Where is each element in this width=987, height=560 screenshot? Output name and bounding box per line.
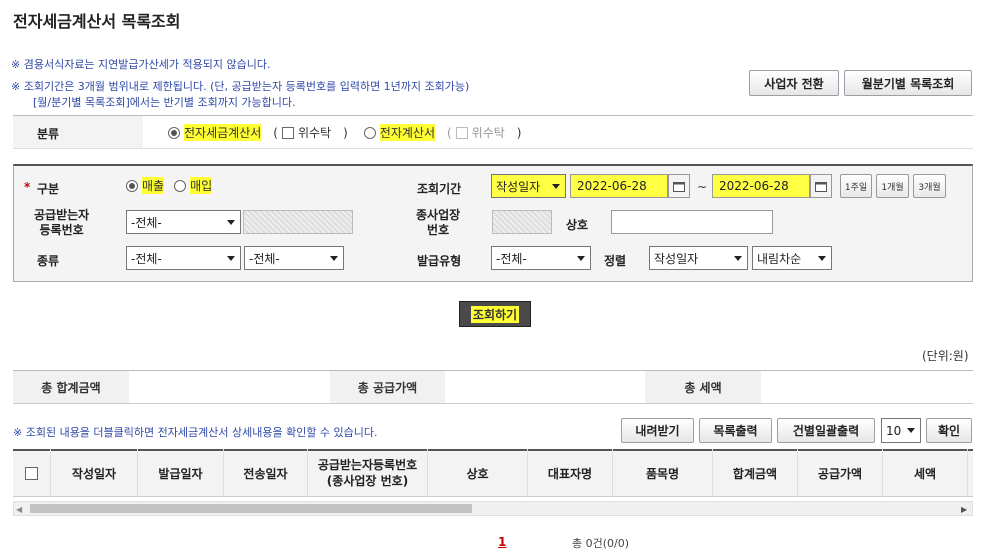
category-tax-trust-label: 위수탁 xyxy=(297,126,332,140)
page-size-select[interactable]: 10 xyxy=(881,418,921,443)
quick-3month-button[interactable]: 3개월 xyxy=(913,174,946,198)
branch-label-line2: 번호 xyxy=(427,223,450,237)
total-tax-label: 총 세액 xyxy=(645,371,761,403)
date-to-input[interactable]: 2022-06-28 xyxy=(712,174,810,198)
category-label-cell xyxy=(13,116,143,148)
col-supply: 공급가액 xyxy=(798,449,883,497)
category-paren-open-2: ( xyxy=(446,125,452,140)
period-type-select[interactable]: 작성일자 xyxy=(491,174,566,198)
total-sum-label: 총 합계금액 xyxy=(13,371,129,403)
category-paren-close: ) xyxy=(343,125,348,140)
select-all-cell xyxy=(13,449,51,497)
buyer-reg-select-value: -전체- xyxy=(131,215,162,230)
issue-type-select[interactable]: -전체- xyxy=(491,246,591,270)
kind-label: 종류 xyxy=(37,254,60,268)
page-title: 전자세금계산서 목록조회 xyxy=(13,12,181,31)
category-invoice-trust-label: 위수탁 xyxy=(471,126,505,140)
col-write-date: 작성일자 xyxy=(51,449,138,497)
order-select[interactable]: 내림차순 xyxy=(752,246,832,270)
col-tax: 세액 xyxy=(883,449,968,497)
total-supply-label: 총 공급가액 xyxy=(330,371,445,403)
col-total: 합계금액 xyxy=(713,449,798,497)
sort-select-value: 작성일자 xyxy=(654,251,699,266)
col-company: 상호 xyxy=(428,449,528,497)
col-send-date: 전송일자 xyxy=(224,449,308,497)
page-size-value: 10 xyxy=(886,423,902,438)
issue-type-label: 발급유형 xyxy=(417,254,462,268)
kind-select-2-value: -전체- xyxy=(249,251,280,266)
type-options: 매출 매입 xyxy=(126,177,213,194)
confirm-button[interactable]: 확인 xyxy=(926,418,972,443)
search-submit-label: 조회하기 xyxy=(470,305,520,323)
search-submit-button[interactable]: 조회하기 xyxy=(459,301,531,327)
purchase-radio[interactable] xyxy=(174,179,187,192)
category-invoice-label: 전자계산서 xyxy=(379,124,435,141)
select-all-checkbox[interactable] xyxy=(25,466,38,480)
category-label: 분류 xyxy=(37,127,60,141)
print-list-button[interactable]: 목록출력 xyxy=(699,418,772,443)
quick-1month-button[interactable]: 1개월 xyxy=(876,174,909,198)
unit-label: (단위:원) xyxy=(922,349,969,363)
switch-business-button[interactable]: 사업자 전환 xyxy=(749,70,839,96)
required-mark: * xyxy=(24,180,31,194)
notice-line-3: [월/분기별 목록조회]에서는 반기별 조회까지 가능합니다. xyxy=(33,96,296,109)
branch-label-line1: 종사업장 xyxy=(416,208,461,222)
sort-label: 정렬 xyxy=(604,254,627,268)
quick-1week-button[interactable]: 1주일 xyxy=(840,174,872,198)
buyer-reg-label: 공급받는자 등록번호 xyxy=(34,208,89,238)
notice-line-2: ※ 조회기간은 3개월 범위내로 제한됩니다. (단, 공급받는자 등록번호를 … xyxy=(11,80,470,93)
category-invoice-trust-checkbox xyxy=(455,126,468,139)
kind-select-1-value: -전체- xyxy=(131,251,162,266)
issue-type-select-value: -전체- xyxy=(496,251,527,266)
col-item: 품목명 xyxy=(613,449,713,497)
monthly-list-button[interactable]: 월분기별 목록조회 xyxy=(844,70,972,96)
totals-row xyxy=(13,370,973,404)
order-select-value: 내림차순 xyxy=(757,251,802,266)
category-invoice-radio[interactable] xyxy=(363,126,376,139)
scroll-right-icon[interactable]: ▶ xyxy=(961,505,967,514)
calendar-from-icon[interactable] xyxy=(668,174,690,198)
result-count: 총 0건(0/0) xyxy=(572,537,630,550)
date-from-input[interactable]: 2022-06-28 xyxy=(570,174,668,198)
category-paren-close-2: ) xyxy=(516,125,522,140)
sales-label: 매출 xyxy=(142,177,165,194)
col-issue-date: 발급일자 xyxy=(138,449,224,497)
company-label: 상호 xyxy=(566,218,589,232)
kind-select-1[interactable]: -전체- xyxy=(126,246,241,270)
buyer-reg-input xyxy=(243,210,353,234)
kind-select-2[interactable]: -전체- xyxy=(244,246,344,270)
col-ceo: 대표자명 xyxy=(528,449,613,497)
sort-select[interactable]: 작성일자 xyxy=(649,246,748,270)
scroll-left-icon[interactable]: ◀ xyxy=(16,505,22,514)
col-buyer-reg: 공급받는자등록번호 (종사업장 번호) xyxy=(308,449,428,497)
period-type-value: 작성일자 xyxy=(496,179,541,194)
category-paren-open: ( xyxy=(273,125,278,140)
category-tax-trust-checkbox[interactable] xyxy=(281,126,294,139)
calendar-to-icon[interactable] xyxy=(810,174,832,198)
buyer-reg-select[interactable]: -전체- xyxy=(126,210,241,234)
company-input[interactable] xyxy=(611,210,773,234)
category-tax-invoice-label: 전자세금계산서 xyxy=(184,124,262,141)
type-label: 구분 xyxy=(37,182,60,196)
category-options: 전자세금계산서 ( 위수탁 ) 전자계산서 ( 위수탁 ) xyxy=(168,124,521,141)
bulk-print-button[interactable]: 건별일괄출력 xyxy=(777,418,875,443)
notice-line-1: ※ 겸용서식자료는 지연발급가산세가 적용되지 않습니다. xyxy=(11,58,271,71)
branch-number-input xyxy=(492,210,552,234)
date-separator: ~ xyxy=(697,180,708,194)
page-1-link[interactable]: 1 xyxy=(498,535,506,549)
category-tax-invoice-radio[interactable] xyxy=(168,126,180,139)
buyer-reg-label-line1: 공급받는자 xyxy=(34,208,90,222)
sales-radio[interactable] xyxy=(126,179,138,192)
download-button[interactable]: 내려받기 xyxy=(621,418,694,443)
list-notice: ※ 조회된 내용을 더블클릭하면 전자세금계산서 상세내용을 확인할 수 있습니… xyxy=(13,426,378,439)
buyer-reg-label-line2: 등록번호 xyxy=(39,223,84,237)
scrollbar-thumb[interactable] xyxy=(30,504,472,513)
purchase-label: 매입 xyxy=(190,177,213,194)
branch-label: 종사업장 번호 xyxy=(416,208,460,238)
period-label: 조회기간 xyxy=(417,182,462,196)
